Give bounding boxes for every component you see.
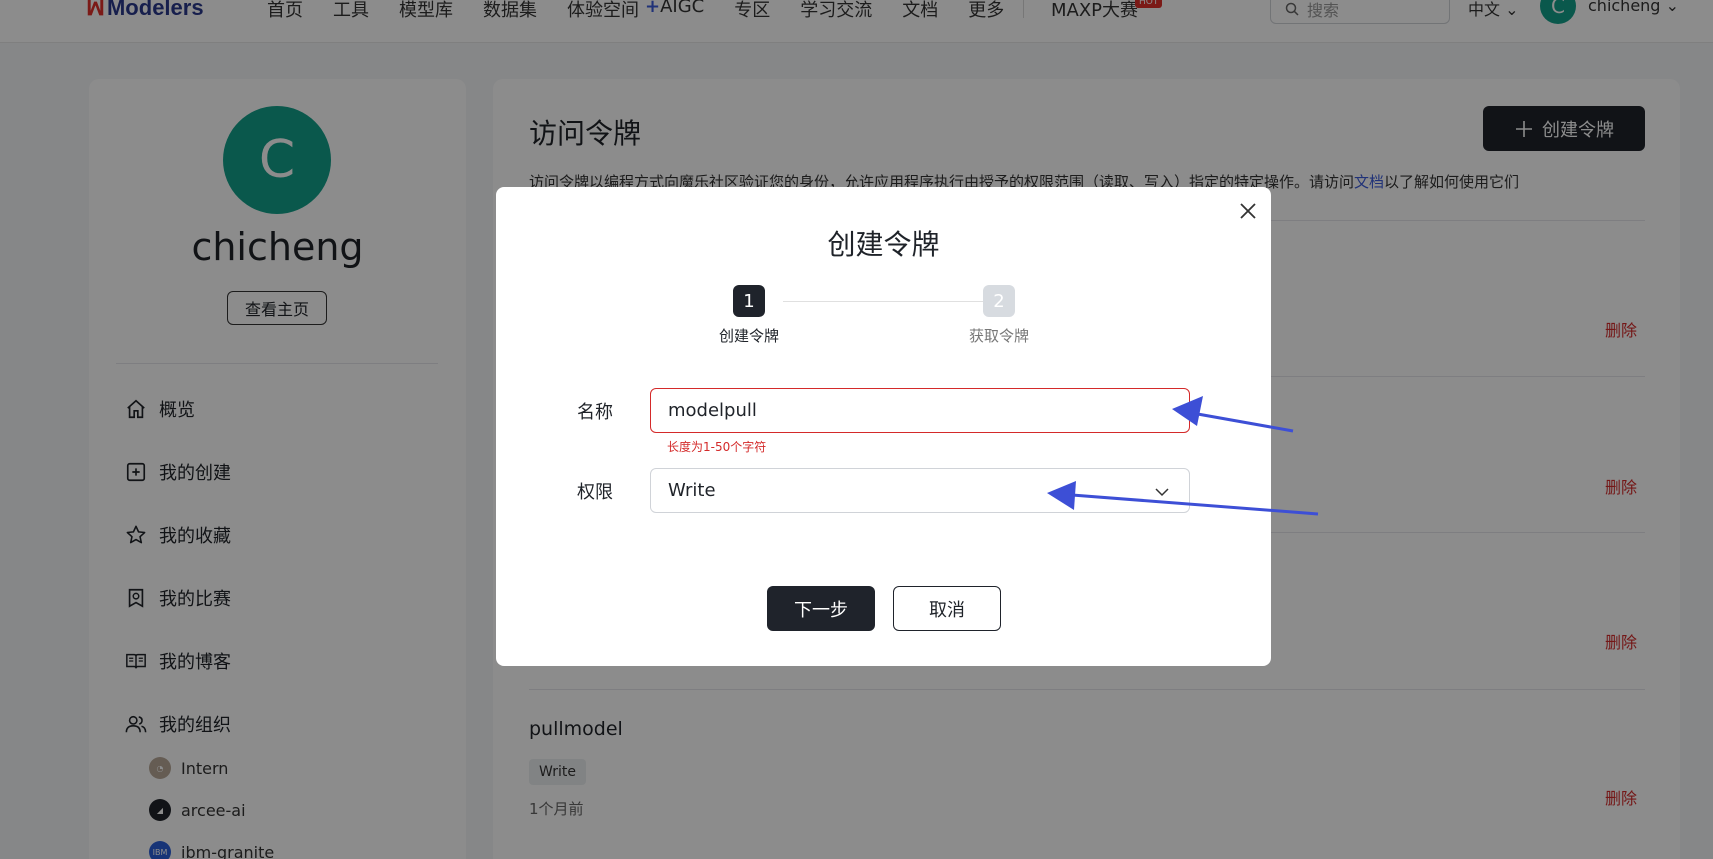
next-step-button[interactable]: 下一步 [767,586,875,631]
token-name-input[interactable] [650,388,1190,433]
create-token-dialog: 创建令牌 1 创建令牌 2 获取令牌 名称 长度为1-50个字符 权限 Writ… [496,187,1271,666]
step-connector [783,301,983,302]
step-number-active: 1 [733,285,765,317]
step-2: 2 获取令牌 [969,285,1029,346]
close-icon[interactable] [1236,199,1260,223]
permission-selected-value: Write [668,480,716,501]
dialog-title: 创建令牌 [827,228,940,261]
step-1: 1 创建令牌 [719,285,779,346]
chevron-down-icon [1155,488,1169,497]
step-label: 获取令牌 [969,327,1030,345]
name-error-message: 长度为1-50个字符 [667,440,767,454]
name-field-label: 名称 [577,402,613,423]
step-number-inactive: 2 [983,285,1015,317]
permission-field-label: 权限 [577,482,613,503]
step-label: 创建令牌 [719,327,780,345]
permission-select[interactable]: Write [650,468,1190,513]
cancel-button[interactable]: 取消 [893,586,1001,631]
